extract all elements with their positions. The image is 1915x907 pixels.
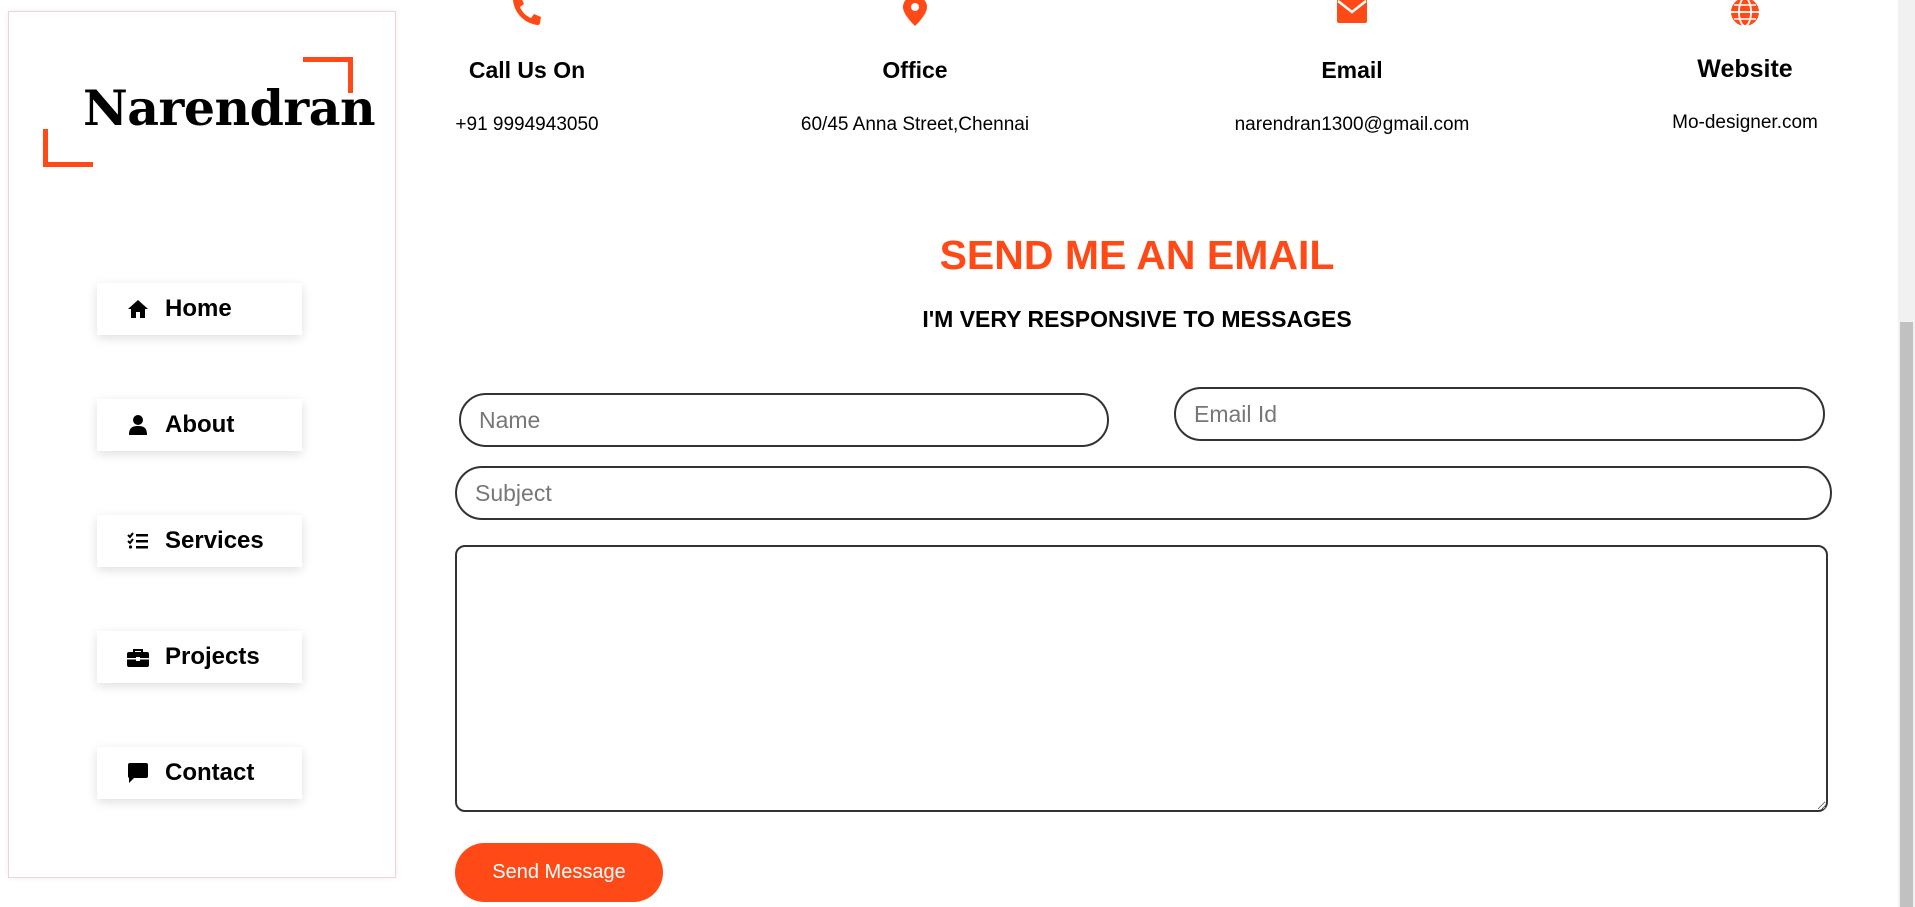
message-icon	[127, 762, 149, 784]
phone-icon	[512, 0, 544, 25]
scrollbar-thumb[interactable]	[1900, 322, 1913, 907]
email-input[interactable]	[1174, 387, 1825, 441]
logo[interactable]: Narendran	[43, 57, 376, 167]
contact-title: Email	[1321, 57, 1383, 83]
user-icon	[127, 414, 149, 436]
envelope-icon	[1337, 0, 1369, 27]
contact-title: Call Us On	[468, 57, 586, 83]
briefcase-icon	[127, 646, 149, 668]
location-pin-icon	[903, 0, 935, 26]
nav-item-label: About	[165, 411, 235, 438]
contact-title: Website	[1697, 55, 1793, 83]
logo-text: Narendran	[83, 79, 376, 137]
contact-value[interactable]: Mo-designer.com	[1672, 112, 1818, 134]
nav-item-services[interactable]: Services	[97, 515, 302, 567]
nav-item-label: Home	[165, 295, 232, 322]
nav-item-home[interactable]: Home	[97, 283, 302, 335]
list-check-icon	[127, 530, 149, 552]
nav-item-about[interactable]: About	[97, 399, 302, 451]
sidebar: Narendran Home About Services Projects C…	[8, 11, 396, 878]
nav-item-contact[interactable]: Contact	[97, 747, 302, 799]
subject-input[interactable]	[455, 466, 1832, 520]
contact-value: narendran1300@gmail.com	[1234, 114, 1470, 135]
globe-icon	[1730, 0, 1762, 27]
contact-title: Office	[882, 57, 948, 83]
section-title: SEND ME AN EMAIL	[939, 232, 1335, 278]
send-message-button[interactable]: Send Message	[455, 843, 663, 902]
nav-item-label: Projects	[165, 643, 260, 670]
name-input[interactable]	[459, 393, 1109, 447]
home-icon	[127, 298, 149, 320]
nav-item-label: Contact	[165, 759, 255, 786]
nav-item-projects[interactable]: Projects	[97, 631, 302, 683]
message-textarea[interactable]	[455, 545, 1828, 812]
nav-item-label: Services	[165, 527, 264, 554]
contact-value: 60/45 Anna Street,Chennai	[800, 114, 1030, 135]
section-subtitle: I'M VERY RESPONSIVE TO MESSAGES	[922, 306, 1352, 332]
page-scrollbar[interactable]	[1898, 0, 1915, 907]
contact-value: +91 9994943050	[455, 114, 599, 135]
